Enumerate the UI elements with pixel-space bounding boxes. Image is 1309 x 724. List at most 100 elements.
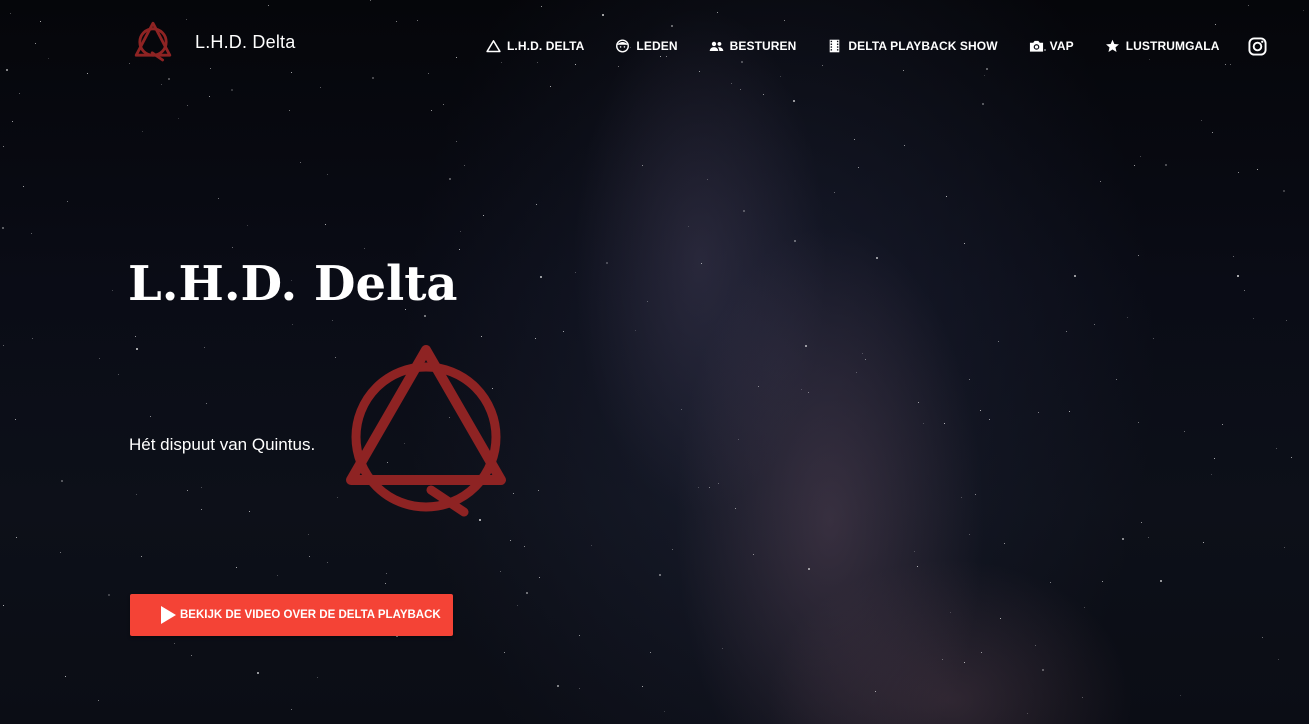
star [982,103,984,105]
star [65,676,66,677]
star [1082,697,1083,698]
star [524,546,525,547]
star [1084,607,1085,608]
star [998,341,999,342]
star [735,508,736,509]
star [209,96,210,97]
nav-item-lustrumgala[interactable]: LUSTRUMGALA [1105,39,1220,53]
star [292,324,293,325]
star [858,167,859,168]
star [150,416,151,417]
watch-playback-video-button[interactable]: BEKIJK DE VIDEO OVER DE DELTA PLAYBACK [130,594,453,636]
star [591,545,592,546]
star [1102,581,1103,582]
star [942,659,943,660]
star [277,575,278,576]
star [504,652,505,653]
instagram-link[interactable] [1247,36,1267,56]
star [1140,156,1141,157]
star [946,196,947,197]
star [483,215,484,216]
star [1214,458,1215,459]
star [635,330,636,331]
star [178,118,179,119]
nav-item-lhd-delta[interactable]: L.H.D. DELTA [486,39,584,53]
star [557,685,559,687]
brand-link[interactable]: L.H.D. Delta [133,20,295,64]
star [1069,411,1070,412]
star [3,146,4,147]
star [918,402,919,403]
star [1253,318,1254,319]
star [862,353,863,354]
star [385,583,386,584]
star [1212,132,1213,133]
star [317,677,318,678]
star [664,711,665,712]
star [808,568,810,570]
star [688,226,689,227]
star [1035,645,1036,646]
star [981,652,982,653]
star [914,551,915,552]
delta-emblem-icon [346,345,506,517]
star [738,439,739,440]
star [1233,256,1234,257]
star [1134,165,1135,166]
star [1211,474,1212,475]
star [1141,522,1142,523]
star [206,403,207,404]
film-icon [830,39,840,53]
nav-item-label: VAP [1049,39,1074,53]
star [510,540,511,541]
delta-emblem-icon [134,21,172,62]
star [1180,695,1181,696]
star-icon [1105,39,1119,52]
nav-item-label: DELTA PLAYBACK SHOW [848,39,998,53]
star [1153,338,1154,339]
star [1138,422,1139,423]
star [1148,537,1149,538]
star [1184,431,1185,432]
star [291,709,292,710]
star [332,320,333,321]
star [875,691,876,692]
nav-item-label: L.H.D. DELTA [507,39,585,53]
star [950,612,951,613]
star [538,490,539,491]
nav-links: L.H.D. DELTA LEDEN BESTUREN DELTA PLAYBA… [486,34,1267,58]
nav-item-label: LEDEN [636,39,678,53]
nav-item-besturen[interactable]: BESTUREN [709,39,797,53]
star [1004,543,1005,544]
star [794,240,796,242]
star [32,338,33,339]
star [1127,317,1128,318]
star [1238,172,1239,173]
star [431,110,432,111]
star [23,186,24,187]
star [1066,331,1067,332]
navbar: L.H.D. Delta L.H.D. DELTA LEDEN BESTUREN… [0,0,1309,90]
face-icon [616,39,630,53]
nav-item-leden[interactable]: LEDEN [615,39,677,53]
hero-subtitle: Hét dispuut van Quintus. [129,435,316,454]
star [923,423,924,424]
star [60,552,61,553]
star [944,423,945,424]
star [3,605,4,606]
star [308,534,309,535]
star [975,494,976,495]
star [1100,181,1101,182]
star [1038,412,1039,413]
star [1160,580,1162,582]
star [964,662,965,663]
star [249,511,250,512]
nav-item-vap[interactable]: VAP [1029,39,1074,53]
star [327,562,328,563]
star [1276,448,1277,449]
star [236,567,237,568]
star [136,348,138,350]
star [142,131,143,132]
nav-item-delta-playback-show[interactable]: DELTA PLAYBACK SHOW [827,39,998,53]
star [201,509,202,510]
